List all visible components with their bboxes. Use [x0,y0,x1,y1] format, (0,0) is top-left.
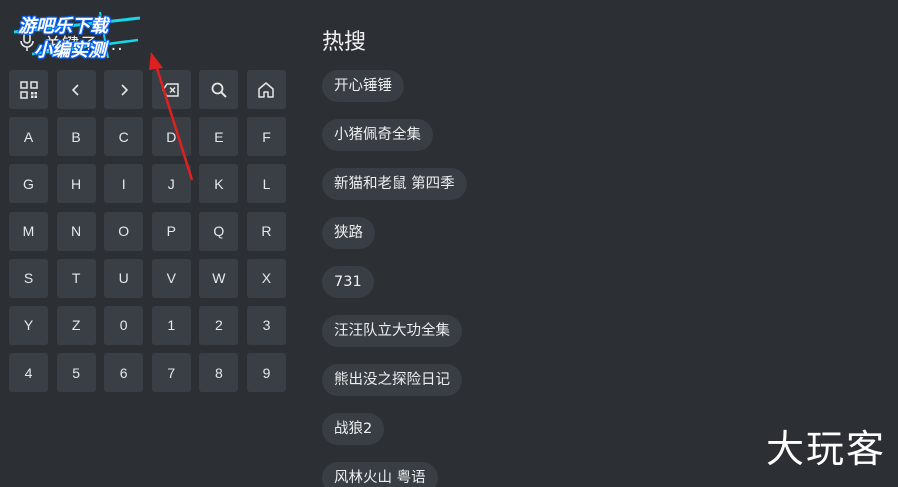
key-w[interactable]: W [199,258,239,298]
key-1[interactable]: 1 [151,305,191,345]
key-l[interactable]: L [246,164,286,204]
home-key[interactable] [246,70,286,109]
microphone-icon[interactable] [18,32,36,52]
key-2[interactable]: 2 [199,305,239,345]
key-v[interactable]: V [151,258,191,298]
corner-watermark: 大玩客 [765,427,886,471]
key-7[interactable]: 7 [151,353,191,393]
search-bar[interactable]: 关键子 ... [18,28,124,56]
onscreen-keypad: A B C D E F G H I J K L M N O P Q R S T … [9,70,286,393]
backspace-key[interactable] [151,70,191,109]
hot-search-item[interactable]: 战狼2 [322,413,385,445]
key-o[interactable]: O [104,211,144,251]
cursor-right-key[interactable] [104,70,144,109]
key-a[interactable]: A [9,117,48,157]
hot-search-item[interactable]: 汪汪队立大功全集 [322,315,462,347]
hot-search-title: 热搜 [322,30,367,55]
hot-search-list: 开心锤锤 小猪佩奇全集 新猫和老鼠 第四季 狭路 731 汪汪队立大功全集 熊出… [322,70,467,487]
hot-search-item[interactable]: 小猪佩奇全集 [322,119,433,151]
key-t[interactable]: T [56,258,96,298]
key-y[interactable]: Y [9,305,48,345]
key-6[interactable]: 6 [104,353,144,393]
key-n[interactable]: N [56,211,96,251]
key-j[interactable]: J [151,164,191,204]
key-4[interactable]: 4 [9,353,48,393]
key-5[interactable]: 5 [56,353,96,393]
key-i[interactable]: I [104,164,144,204]
key-8[interactable]: 8 [199,353,239,393]
key-f[interactable]: F [246,117,286,157]
search-icon [211,82,227,98]
key-m[interactable]: M [9,211,48,251]
key-x[interactable]: X [246,258,286,298]
chevron-right-icon [121,83,128,96]
qr-code-icon [19,80,38,99]
key-k[interactable]: K [199,164,239,204]
key-d[interactable]: D [151,117,191,157]
hot-search-item[interactable]: 熊出没之探险日记 [322,364,462,396]
hot-search-item[interactable]: 狭路 [322,217,375,249]
search-screen: 关键子 ... 游吧乐下载 小编实测 A B C D E F G H I J K… [0,0,898,487]
key-z[interactable]: Z [56,305,96,345]
qr-code-key[interactable] [9,70,48,109]
hot-search-item[interactable]: 开心锤锤 [322,70,404,102]
key-q[interactable]: Q [199,211,239,251]
key-0[interactable]: 0 [104,305,144,345]
hot-search-item[interactable]: 风林火山 粤语 [322,462,438,487]
key-s[interactable]: S [9,258,48,298]
key-r[interactable]: R [246,211,286,251]
chevron-left-icon [71,83,79,96]
hot-search-item[interactable]: 731 [322,266,374,298]
key-g[interactable]: G [9,164,48,204]
key-e[interactable]: E [199,117,239,157]
home-icon [258,81,275,98]
cursor-left-key[interactable] [56,70,96,109]
key-9[interactable]: 9 [246,353,286,393]
key-u[interactable]: U [104,258,144,298]
key-b[interactable]: B [56,117,96,157]
key-c[interactable]: C [104,117,144,157]
backspace-icon [162,82,180,97]
key-h[interactable]: H [56,164,96,204]
key-p[interactable]: P [151,211,191,251]
hot-search-item[interactable]: 新猫和老鼠 第四季 [322,168,467,200]
key-3[interactable]: 3 [246,305,286,345]
search-query-text: 关键子 ... [44,34,124,55]
search-key[interactable] [199,70,239,109]
